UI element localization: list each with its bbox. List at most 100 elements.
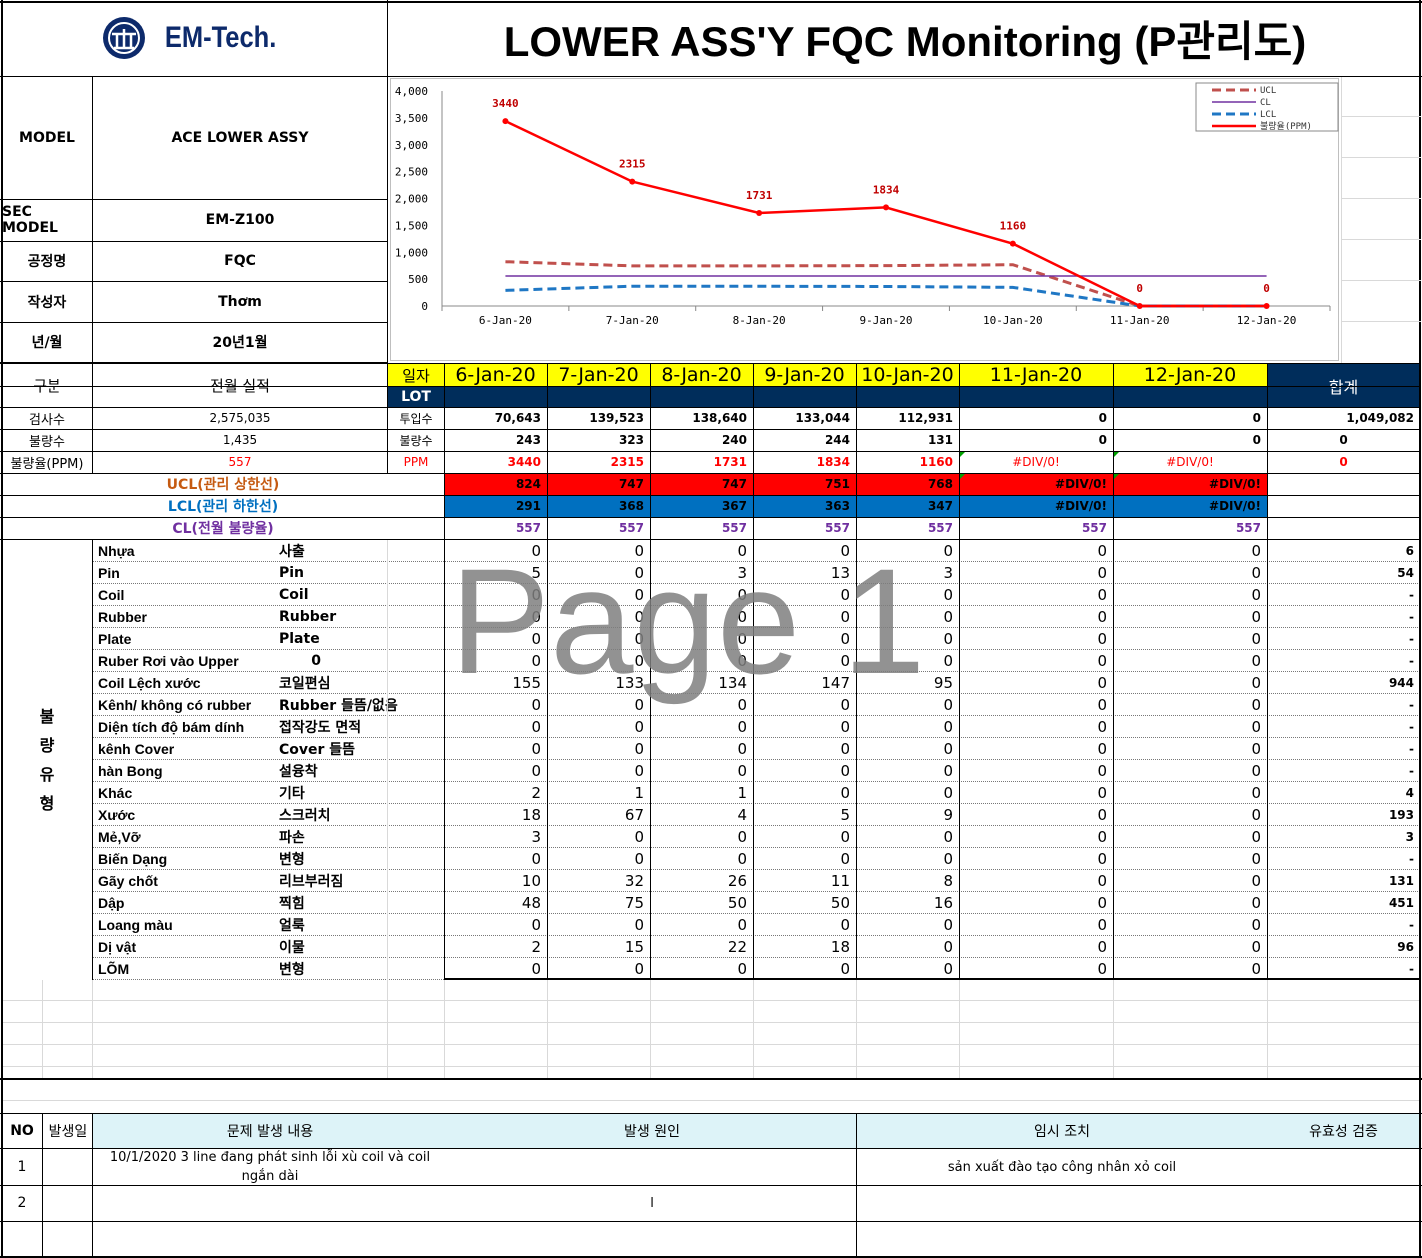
issue-content <box>93 1185 447 1221</box>
defect-count: 8 <box>943 872 953 890</box>
defect-vn-label: hàn Bong <box>98 763 163 779</box>
defect-vn-label: Loang màu <box>98 917 173 933</box>
ucl-value: 747 <box>721 477 747 491</box>
data-label: 1731 <box>746 189 773 202</box>
issues-header-no: NO <box>10 1123 34 1139</box>
grid-line <box>92 540 93 980</box>
issue-date <box>43 1185 93 1221</box>
issues-header-content: 문제 발생 내용 <box>226 1124 314 1140</box>
grid-line <box>0 1113 1422 1114</box>
lot-cell <box>1113 386 1267 407</box>
x-tick-label: 6-Jan-20 <box>479 314 532 327</box>
defect-count: 22 <box>727 938 747 956</box>
summary-row-label: 불량수 <box>29 434 65 450</box>
grid-line <box>1419 0 1421 1258</box>
defect-vn-label: LÕM <box>98 961 130 977</box>
defect-count: 15 <box>624 938 644 956</box>
ucl-value: #DIV/0! <box>1209 477 1261 491</box>
grid-line <box>547 980 548 1078</box>
defect-count: 0 <box>840 762 850 780</box>
grid-line <box>856 980 857 1078</box>
y-tick-label: 3,500 <box>395 112 428 125</box>
grid-line <box>2 1066 1420 1067</box>
grid-line <box>0 495 1421 496</box>
date-header: 10-Jan-20 <box>861 364 954 386</box>
grid-line <box>2 1044 1420 1045</box>
defect-count: 0 <box>737 916 747 934</box>
defect-kr-label: 이물 <box>279 940 305 956</box>
defect-count: 0 <box>1251 740 1261 758</box>
grid-line <box>42 980 43 1078</box>
defect-count: 155 <box>512 674 541 692</box>
grid-line <box>2 1100 1420 1101</box>
lot-cell <box>753 386 856 407</box>
data-label: 1160 <box>1000 220 1027 233</box>
defect-count: 0 <box>840 916 850 934</box>
data-label: 2315 <box>619 158 646 171</box>
defect-count: 0 <box>1251 608 1261 626</box>
x-tick-label: 8-Jan-20 <box>733 314 786 327</box>
defect-count: 0 <box>1251 696 1261 714</box>
issues-header-cause: 발생 원인 <box>624 1124 680 1140</box>
grid-line <box>0 517 1421 518</box>
grid-line <box>1341 280 1421 281</box>
lcl-value: 291 <box>515 499 541 513</box>
grid-line <box>650 540 651 980</box>
page-title: LOWER ASS'Y FQC Monitoring (P관리도) <box>503 17 1307 65</box>
defect-count: 0 <box>531 850 541 868</box>
x-tick-label: 10-Jan-20 <box>983 314 1043 327</box>
grid-line <box>1113 980 1114 1078</box>
grid-line <box>2 1022 1420 1023</box>
defect-total: 6 <box>1405 544 1414 558</box>
defect-count: 0 <box>1097 740 1107 758</box>
defect-count: 0 <box>840 784 850 802</box>
defect-count: 0 <box>840 718 850 736</box>
info-value: EM-Z100 <box>205 212 275 228</box>
legend-label: CL <box>1260 98 1271 108</box>
info-label: SEC MODEL <box>2 204 58 236</box>
info-value: 20년1월 <box>212 335 268 351</box>
issue-cause: l <box>650 1195 654 1211</box>
grid-line <box>0 1 1422 3</box>
side-label-char: 유 <box>39 765 55 784</box>
issue-verify <box>1267 1149 1420 1185</box>
grid-line <box>92 363 93 473</box>
summary-value: 112,931 <box>898 411 953 425</box>
defect-total: 944 <box>1388 676 1414 690</box>
defect-count: 0 <box>1251 938 1261 956</box>
defect-count: 0 <box>531 762 541 780</box>
defect-kr-label: 변형 <box>279 852 305 868</box>
defect-count: 0 <box>634 652 644 670</box>
defect-kr-label: 파손 <box>279 830 305 846</box>
defect-total: 193 <box>1388 808 1414 822</box>
issue-cause <box>447 1149 857 1185</box>
grid-line <box>1341 321 1421 322</box>
summary-sub-label: PPM <box>403 455 429 469</box>
defect-count: 0 <box>840 542 850 560</box>
defect-count: 0 <box>1097 938 1107 956</box>
grid-line <box>444 363 445 539</box>
defect-count: 0 <box>840 740 850 758</box>
defect-count: 0 <box>1097 784 1107 802</box>
summary-value: 0 <box>1098 411 1107 425</box>
defect-count: 0 <box>737 586 747 604</box>
defect-kr-label: 접작강도 면적 <box>279 720 362 736</box>
date-header: 8-Jan-20 <box>661 364 742 386</box>
defect-total: - <box>1409 962 1414 976</box>
defect-count: 0 <box>737 696 747 714</box>
defect-count: 0 <box>531 630 541 648</box>
legend-label: UCL <box>1260 86 1276 96</box>
summary-value: 70,643 <box>494 411 541 425</box>
defect-count: 0 <box>737 740 747 758</box>
defect-count: 0 <box>1097 564 1107 582</box>
summary-prev-value: 2,575,035 <box>209 411 271 425</box>
grid-line <box>444 978 1420 980</box>
defect-count: 32 <box>624 872 644 890</box>
defect-total: - <box>1409 610 1414 624</box>
date-header: 11-Jan-20 <box>989 364 1083 386</box>
x-tick-label: 11-Jan-20 <box>1110 314 1170 327</box>
data-point <box>1009 240 1016 247</box>
lcl-label: LCL(관리 하한선) <box>167 499 279 515</box>
lot-cell <box>444 386 547 407</box>
y-tick-label: 4,000 <box>395 85 428 98</box>
